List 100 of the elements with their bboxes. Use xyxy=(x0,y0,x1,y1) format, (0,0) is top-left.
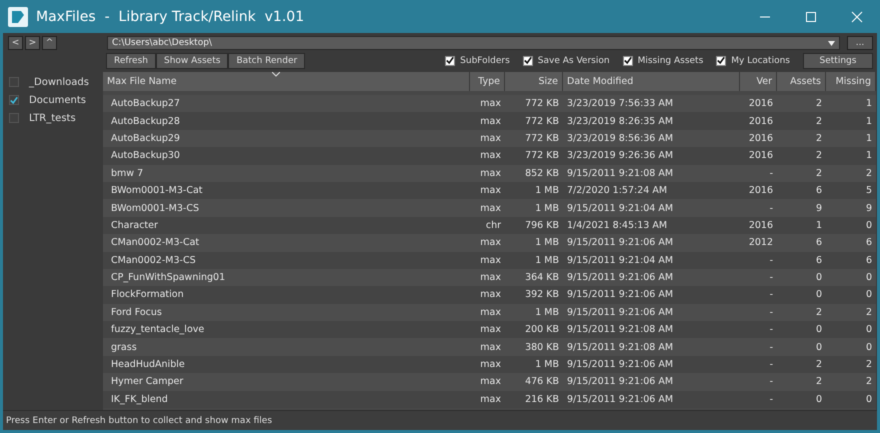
table-cell-text: 0 xyxy=(814,392,823,407)
table-cell-text: 2016 xyxy=(748,184,774,198)
table-cell-text: Character xyxy=(110,218,159,233)
table-cell-text: fuzzy_tentacle_love xyxy=(110,323,206,338)
table-cell-text: 1 xyxy=(864,149,873,164)
table-cell-text: Hymer Camper xyxy=(110,375,184,390)
table-cell-text: 772 KB xyxy=(524,132,560,146)
table-cell-text: max xyxy=(479,149,502,164)
nav-button[interactable]: ^ xyxy=(42,36,57,50)
table-cell-text: 0 xyxy=(814,323,823,338)
table-cell-text: 9/15/2011 9:21:06 AM xyxy=(566,288,674,302)
option-label: My Locations xyxy=(731,56,790,66)
table-cell-text: CMan0002-M3-Cat xyxy=(110,236,200,250)
table-cell-text: 2 xyxy=(814,132,823,146)
table-cell-text: 6 xyxy=(814,254,823,268)
column-header[interactable]: Missing xyxy=(826,72,876,91)
table-cell-text: 2016 xyxy=(748,114,774,129)
table-cell-text: - xyxy=(768,323,774,338)
checkbox[interactable] xyxy=(445,56,456,66)
table-cell-text: max xyxy=(479,340,502,355)
table-cell-text: 2 xyxy=(864,358,873,372)
table-cell-text: max xyxy=(479,132,502,146)
table-cell-text: max xyxy=(479,236,502,250)
table-cell-text: 1 MB xyxy=(534,306,560,320)
window-title: MaxFiles - Library Track/Relink v1.01 xyxy=(36,8,306,24)
table-cell-text: max xyxy=(479,114,502,129)
table-cell-text: 1 xyxy=(864,132,873,146)
option-label: Save As Version xyxy=(538,56,610,66)
nav-button[interactable]: > xyxy=(25,36,40,50)
table-cell-text: 1 MB xyxy=(534,202,560,216)
table-cell-text: 9 xyxy=(814,202,823,216)
table-cell-text: chr xyxy=(484,218,502,233)
close-icon xyxy=(851,10,863,22)
table-cell-text: 6 xyxy=(814,236,823,250)
action-button[interactable]: Batch Render xyxy=(228,52,306,68)
table-cell-text: 3/23/2019 8:26:35 AM xyxy=(566,114,674,129)
checkbox[interactable] xyxy=(622,56,633,66)
table-cell-text: 0 xyxy=(864,271,873,286)
table-cell-text: 2012 xyxy=(748,236,774,250)
column-header[interactable]: Type xyxy=(470,72,505,91)
table-cell-text: 852 KB xyxy=(524,166,560,181)
table-cell-text: 0 xyxy=(864,340,873,355)
table-cell-text: 5 xyxy=(864,184,873,198)
action-button[interactable]: Show Assets xyxy=(156,52,228,68)
table-cell-text: max xyxy=(479,202,502,216)
table-cell-text: BWom0001-M3-CS xyxy=(110,202,200,216)
table-cell-text: 1 xyxy=(864,114,873,129)
table-cell-text: 0 xyxy=(864,323,873,338)
table-cell-text: 2016 xyxy=(748,97,774,112)
table-cell-text: AutoBackup29 xyxy=(110,132,181,146)
table-cell-text: BWom0001-M3-Cat xyxy=(110,184,204,198)
browse-button[interactable]: ... xyxy=(847,36,873,50)
column-header[interactable]: Ver xyxy=(740,72,777,91)
location-label: Documents xyxy=(29,94,86,106)
table-cell-text: 2 xyxy=(814,306,823,320)
location-label: LTR_tests xyxy=(29,112,76,124)
table-cell-text: max xyxy=(479,288,502,302)
table-cell-text: 0 xyxy=(864,288,873,302)
table-cell-text: 9/15/2011 9:21:06 AM xyxy=(566,236,674,250)
checkbox[interactable] xyxy=(716,56,726,66)
checkbox[interactable] xyxy=(9,113,19,123)
table-cell-text: 2016 xyxy=(748,132,774,146)
table-cell-text: 9/15/2011 9:21:06 AM xyxy=(566,271,674,286)
table-cell-text: 796 KB xyxy=(524,218,560,233)
column-header[interactable]: Assets xyxy=(777,72,826,91)
checkbox[interactable] xyxy=(9,77,19,87)
table-cell-text: AutoBackup28 xyxy=(110,114,181,129)
table-cell-text: FlockFormation xyxy=(110,288,185,302)
table-cell-text: - xyxy=(768,254,774,268)
checkbox[interactable] xyxy=(9,95,19,105)
nav-button[interactable]: < xyxy=(8,36,23,50)
column-header[interactable]: Size xyxy=(505,72,563,91)
checkbox[interactable] xyxy=(522,56,533,66)
path-field[interactable]: C:\Users\abc\Desktop\ xyxy=(107,36,840,50)
maximize-icon xyxy=(805,10,817,22)
table-cell-text: max xyxy=(479,392,502,407)
table-cell-text: 6 xyxy=(864,254,873,268)
table-cell-text: 9/15/2011 9:21:08 AM xyxy=(566,166,674,181)
table-cell-text: 2 xyxy=(864,375,873,390)
table-cell-text: 1/4/2021 8:45:13 AM xyxy=(566,218,668,233)
table-cell-text: 9/15/2011 9:21:04 AM xyxy=(566,254,674,268)
column-header[interactable]: Max File Name xyxy=(103,72,470,91)
table-cell-text: 9/15/2011 9:21:08 AM xyxy=(566,323,674,338)
table-cell-text: 0 xyxy=(864,392,873,407)
table-cell-text: 2 xyxy=(864,166,873,181)
table-cell-text: 7/2/2020 1:57:24 AM xyxy=(566,184,668,198)
table-cell-text: 772 KB xyxy=(524,97,560,112)
table-cell-text: 2 xyxy=(814,114,823,129)
table-cell-text: - xyxy=(768,271,774,286)
settings-button[interactable]: Settings xyxy=(803,52,873,68)
table-cell-text: 1 MB xyxy=(534,236,560,250)
dropdown-caret-icon xyxy=(828,40,835,46)
table-cell-text: CMan0002-M3-CS xyxy=(110,254,197,268)
sort-caret-icon xyxy=(272,72,280,77)
table-cell-text: 364 KB xyxy=(524,271,560,286)
table-cell-text: 1 MB xyxy=(534,184,560,198)
table-cell-text: 9/15/2011 9:21:06 AM xyxy=(566,358,674,372)
table-cell-text: - xyxy=(768,340,774,355)
action-button[interactable]: Refresh xyxy=(106,52,156,68)
column-header[interactable]: Date Modified xyxy=(563,72,740,91)
